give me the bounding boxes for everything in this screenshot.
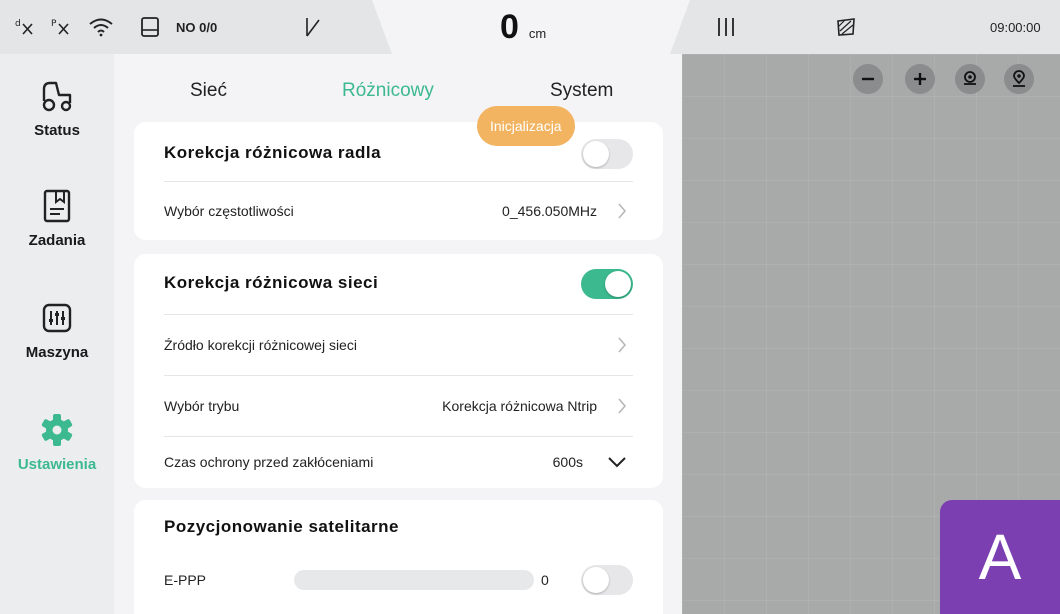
sidebar-item-zadania[interactable]: Zadania (0, 186, 114, 249)
radio-correction-toggle[interactable] (581, 139, 633, 169)
tab-roznicowy[interactable]: Różnicowy (342, 80, 434, 102)
initialization-tooltip: Inicjalizacja (477, 106, 575, 146)
zoom-in-button[interactable] (905, 64, 935, 94)
distance-readout: 0 cm (500, 8, 546, 47)
diff-signal-off-icon: d (14, 0, 42, 54)
tab-siec[interactable]: Sieć (190, 80, 227, 102)
minus-icon (862, 77, 874, 81)
radio-correction-card: Korekcja różnicowa radla Wybór częstotli… (134, 122, 663, 240)
location-pin-icon (1013, 70, 1025, 87)
status-bar: d P NO 0/0 0 cm 09:00:00 (0, 0, 1060, 60)
plus-icon (914, 73, 926, 85)
center-vehicle-button[interactable] (955, 64, 985, 94)
tractor-icon (37, 76, 77, 116)
correction-source-label: Źródło korekcji różnicowej sieci (164, 337, 357, 353)
clock-time: 09:00:00 (990, 19, 1041, 35)
avatar[interactable]: A (940, 500, 1060, 614)
network-correction-toggle[interactable] (581, 269, 633, 299)
position-signal-off-icon: P (50, 0, 78, 54)
sidebar-item-label: Zadania (28, 232, 86, 249)
chevron-right-icon (618, 337, 626, 353)
frequency-label: Wybór częstotliwości (164, 203, 294, 219)
zoom-out-button[interactable] (853, 64, 883, 94)
correction-source-row[interactable]: Źródło korekcji różnicowej sieci (164, 315, 633, 375)
chevron-right-icon (618, 203, 626, 219)
svg-text:d: d (15, 19, 21, 29)
gnss-receiver-icon (140, 0, 160, 54)
gear-icon (37, 410, 77, 450)
gnss-status-label: NO 0/0 (176, 19, 218, 35)
eppp-progress-bar (294, 570, 534, 590)
locate-pin-button[interactable] (1004, 64, 1034, 94)
task-file-icon (37, 186, 77, 226)
network-correction-title: Korekcja różnicowa sieci (164, 273, 379, 292)
sidebar-item-ustawienia[interactable]: Ustawienia (0, 410, 114, 473)
mode-row[interactable]: Wybór trybu Korekcja różnicowa Ntrip (164, 376, 633, 436)
svg-text:P: P (51, 19, 57, 29)
heading-icon (304, 0, 322, 54)
satellite-positioning-row: Pozycjonowanie satelitarne (164, 512, 633, 542)
sidebar-item-label: Maszyna (25, 344, 89, 361)
settings-panel: Sieć Różnicowy System Korekcja różnicowa… (114, 54, 682, 614)
section-bars-icon (716, 0, 736, 54)
eppp-toggle[interactable] (581, 565, 633, 595)
network-correction-row: Korekcja różnicowa sieci (164, 268, 633, 298)
distance-unit: cm (528, 26, 547, 41)
chevron-right-icon (618, 398, 626, 414)
network-correction-card: Korekcja różnicowa sieci Źródło korekcji… (134, 254, 663, 488)
locate-vehicle-icon (964, 71, 976, 85)
sidebar-item-status[interactable]: Status (0, 76, 114, 139)
satellite-positioning-title: Pozycjonowanie satelitarne (164, 517, 400, 536)
frequency-row[interactable]: Wybór częstotliwości 0_456.050MHz (164, 182, 633, 240)
tab-system[interactable]: System (550, 80, 613, 102)
sidebar-item-label: Ustawienia (17, 456, 97, 473)
sidebar: Status Zadania Maszyna Ustawienia (0, 54, 114, 614)
chevron-down-icon (608, 457, 626, 468)
mode-value: Korekcja różnicowa Ntrip (442, 398, 597, 414)
app: d P NO 0/0 0 cm 09:00:00 Status Zadania … (0, 0, 1060, 614)
sidebar-item-maszyna[interactable]: Maszyna (0, 298, 114, 361)
distance-value: 0 (500, 8, 519, 46)
radio-correction-title: Korekcja różnicowa radla (164, 143, 382, 162)
sidebar-item-label: Status (34, 122, 80, 139)
eppp-value: 0 (541, 572, 549, 588)
satellite-positioning-card: Pozycjonowanie satelitarne E-PPP 0 (134, 500, 663, 614)
interference-guard-label: Czas ochrony przed zakłóceniami (164, 454, 374, 470)
frequency-value: 0_456.050MHz (502, 203, 597, 219)
eppp-label: E-PPP (164, 572, 207, 588)
interference-guard-value: 600s (552, 454, 583, 470)
machine-sliders-icon (37, 298, 77, 338)
map-area-icon (836, 0, 856, 54)
wifi-icon (88, 0, 114, 54)
mode-label: Wybór trybu (164, 398, 240, 414)
eppp-row: E-PPP 0 (164, 560, 633, 600)
interference-guard-row[interactable]: Czas ochrony przed zakłóceniami 600s (164, 437, 633, 487)
